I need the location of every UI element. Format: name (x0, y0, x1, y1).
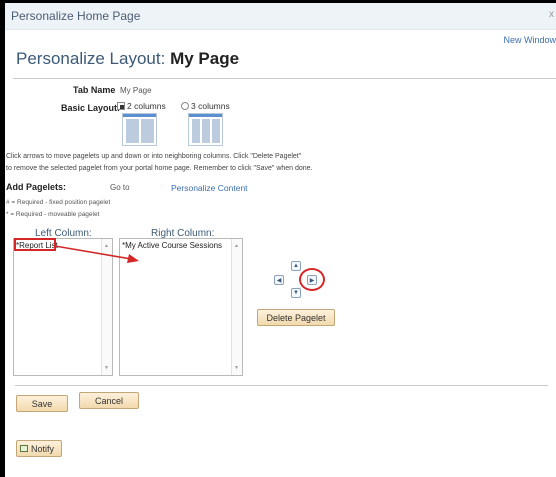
add-pagelets-label: Add Pagelets: (6, 182, 67, 192)
delete-pagelet-button[interactable]: Delete Pagelet (257, 309, 335, 326)
move-left-icon[interactable]: ◀ (274, 275, 284, 285)
cancel-button[interactable]: Cancel (79, 392, 139, 409)
right-column-scrollbar[interactable]: ▲ ▼ (231, 239, 242, 375)
scroll-up-icon[interactable]: ▲ (234, 243, 239, 249)
annotation-arrow-icon (54, 245, 139, 263)
notify-button[interactable]: Notify (16, 440, 62, 457)
window-title-bar: Personalize Home Page x (5, 3, 556, 30)
scroll-down-icon[interactable]: ▼ (234, 365, 239, 371)
divider (15, 385, 548, 386)
layout-option-3-columns[interactable]: 3 columns (181, 101, 230, 111)
personalize-page: Personalize Home Page x New Window Perso… (5, 3, 556, 477)
legend-fixed: # = Required - fixed position pagelet (6, 199, 111, 206)
go-to-text: Go to (110, 183, 130, 192)
instructions-line-1: Click arrows to move pagelets up and dow… (6, 153, 302, 160)
radio-2-columns[interactable] (117, 102, 125, 110)
save-button[interactable]: Save (16, 395, 68, 412)
tab-name-value: My Page (120, 86, 152, 95)
notify-icon (20, 445, 28, 452)
tab-name-label: Tab Name (73, 85, 116, 95)
close-icon[interactable]: x (549, 9, 554, 20)
notify-label: Notify (31, 443, 55, 454)
divider (13, 78, 556, 79)
legend-movable: * = Required - moveable pagelet (6, 211, 100, 218)
annotation-circle (299, 268, 325, 291)
layout-option-2-columns[interactable]: 2 columns (117, 101, 166, 111)
window-title: Personalize Home Page (11, 9, 141, 23)
layout-option-2-columns-label: 2 columns (127, 101, 166, 111)
move-up-icon[interactable]: ▲ (291, 261, 301, 271)
new-window-link[interactable]: New Window (503, 35, 556, 45)
layout-option-3-columns-label: 3 columns (191, 101, 230, 111)
scroll-down-icon[interactable]: ▼ (104, 365, 109, 371)
instructions-line-2: to remove the selected pagelet from your… (6, 165, 313, 172)
page-title-prefix: Personalize Layout: (16, 49, 166, 68)
page-title: Personalize Layout: My Page (16, 49, 239, 69)
move-down-icon[interactable]: ▼ (291, 288, 301, 298)
personalize-content-link[interactable]: Personalize Content (171, 183, 248, 193)
basic-layout-label: Basic Layout: (61, 103, 121, 113)
page-title-name: My Page (170, 49, 240, 68)
two-column-layout-icon[interactable] (122, 113, 157, 146)
radio-3-columns[interactable] (181, 102, 189, 110)
three-column-layout-icon[interactable] (188, 113, 223, 146)
annotation-highlight-box (14, 238, 56, 251)
